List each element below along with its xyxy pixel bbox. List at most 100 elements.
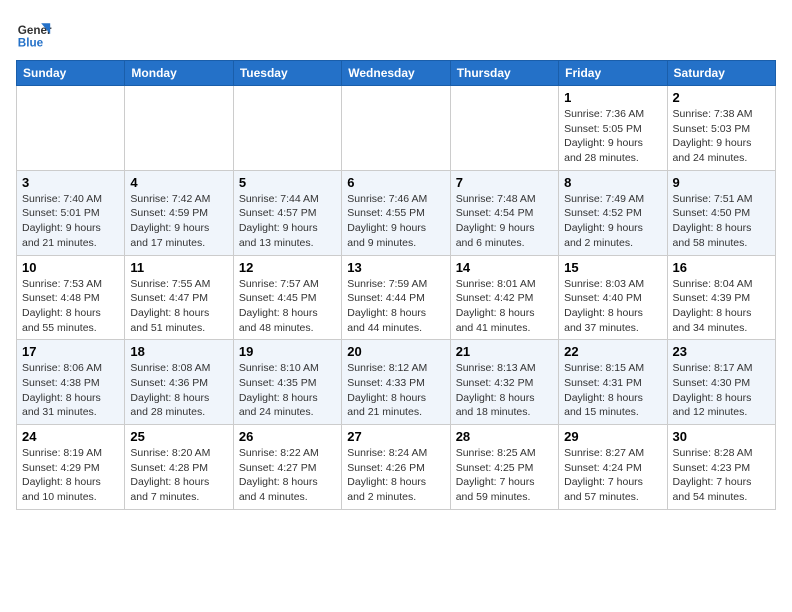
day-number: 27 bbox=[347, 429, 444, 444]
calendar-cell bbox=[17, 86, 125, 171]
day-number: 30 bbox=[673, 429, 770, 444]
day-info: Sunrise: 8:20 AM Sunset: 4:28 PM Dayligh… bbox=[130, 446, 227, 505]
calendar-week-row: 17 Sunrise: 8:06 AM Sunset: 4:38 PM Dayli… bbox=[17, 340, 776, 425]
day-info: Sunrise: 8:01 AM Sunset: 4:42 PM Dayligh… bbox=[456, 277, 553, 336]
day-info: Sunrise: 7:38 AM Sunset: 5:03 PM Dayligh… bbox=[673, 107, 770, 166]
calendar-table: SundayMondayTuesdayWednesdayThursdayFrid… bbox=[16, 60, 776, 510]
calendar-cell: 18Sunrise: 8:08 AM Sunset: 4:36 PM Dayli… bbox=[125, 340, 233, 425]
calendar-week-row: 1 Sunrise: 7:36 AM Sunset: 5:05 PM Daylig… bbox=[17, 86, 776, 171]
day-info: Sunrise: 7:46 AM Sunset: 4:55 PM Dayligh… bbox=[347, 192, 444, 251]
calendar-cell: 17 Sunrise: 8:06 AM Sunset: 4:38 PM Dayli… bbox=[17, 340, 125, 425]
day-info: Sunrise: 7:51 AM Sunset: 4:50 PM Dayligh… bbox=[673, 192, 770, 251]
calendar-cell: 27 Sunrise: 8:24 AM Sunset: 4:26 PM Dayli… bbox=[342, 425, 450, 510]
calendar-cell: 13 Sunrise: 7:59 AM Sunset: 4:44 PM Dayli… bbox=[342, 255, 450, 340]
day-info: Sunrise: 7:59 AM Sunset: 4:44 PM Dayligh… bbox=[347, 277, 444, 336]
day-info: Sunrise: 8:10 AM Sunset: 4:35 PM Dayligh… bbox=[239, 361, 336, 420]
calendar-cell: 29 Sunrise: 8:27 AM Sunset: 4:24 PM Dayli… bbox=[559, 425, 667, 510]
day-number: 19 bbox=[239, 344, 336, 359]
day-info: Sunrise: 7:53 AM Sunset: 4:48 PM Dayligh… bbox=[22, 277, 119, 336]
day-info: Sunrise: 7:48 AM Sunset: 4:54 PM Dayligh… bbox=[456, 192, 553, 251]
calendar-cell bbox=[233, 86, 341, 171]
day-info: Sunrise: 7:57 AM Sunset: 4:45 PM Dayligh… bbox=[239, 277, 336, 336]
day-number: 20 bbox=[347, 344, 444, 359]
calendar-cell: 26Sunrise: 8:22 AM Sunset: 4:27 PM Dayli… bbox=[233, 425, 341, 510]
day-info: Sunrise: 7:36 AM Sunset: 5:05 PM Dayligh… bbox=[564, 107, 661, 166]
calendar-cell: 20 Sunrise: 8:12 AM Sunset: 4:33 PM Dayli… bbox=[342, 340, 450, 425]
calendar-cell: 16 Sunrise: 8:04 AM Sunset: 4:39 PM Dayli… bbox=[667, 255, 775, 340]
day-number: 29 bbox=[564, 429, 661, 444]
day-number: 15 bbox=[564, 260, 661, 275]
calendar-cell: 30 Sunrise: 8:28 AM Sunset: 4:23 PM Dayli… bbox=[667, 425, 775, 510]
day-number: 23 bbox=[673, 344, 770, 359]
day-info: Sunrise: 8:12 AM Sunset: 4:33 PM Dayligh… bbox=[347, 361, 444, 420]
day-number: 9 bbox=[673, 175, 770, 190]
day-info: Sunrise: 7:42 AM Sunset: 4:59 PM Dayligh… bbox=[130, 192, 227, 251]
day-number: 16 bbox=[673, 260, 770, 275]
day-number: 1 bbox=[564, 90, 661, 105]
calendar-cell: 12 Sunrise: 7:57 AM Sunset: 4:45 PM Dayli… bbox=[233, 255, 341, 340]
day-number: 11 bbox=[130, 260, 227, 275]
calendar-cell: 24 Sunrise: 8:19 AM Sunset: 4:29 PM Dayli… bbox=[17, 425, 125, 510]
day-number: 14 bbox=[456, 260, 553, 275]
day-info: Sunrise: 7:44 AM Sunset: 4:57 PM Dayligh… bbox=[239, 192, 336, 251]
day-info: Sunrise: 8:17 AM Sunset: 4:30 PM Dayligh… bbox=[673, 361, 770, 420]
calendar-header-row: SundayMondayTuesdayWednesdayThursdayFrid… bbox=[17, 61, 776, 86]
calendar-cell: 6 Sunrise: 7:46 AM Sunset: 4:55 PM Daylig… bbox=[342, 170, 450, 255]
calendar-cell: 5 Sunrise: 7:44 AM Sunset: 4:57 PM Daylig… bbox=[233, 170, 341, 255]
calendar-week-row: 3Sunrise: 7:40 AM Sunset: 5:01 PM Daylig… bbox=[17, 170, 776, 255]
day-number: 6 bbox=[347, 175, 444, 190]
day-info: Sunrise: 7:49 AM Sunset: 4:52 PM Dayligh… bbox=[564, 192, 661, 251]
calendar-cell: 28 Sunrise: 8:25 AM Sunset: 4:25 PM Dayli… bbox=[450, 425, 558, 510]
calendar-week-row: 24 Sunrise: 8:19 AM Sunset: 4:29 PM Dayli… bbox=[17, 425, 776, 510]
day-info: Sunrise: 8:27 AM Sunset: 4:24 PM Dayligh… bbox=[564, 446, 661, 505]
day-number: 3 bbox=[22, 175, 119, 190]
calendar-cell: 4 Sunrise: 7:42 AM Sunset: 4:59 PM Daylig… bbox=[125, 170, 233, 255]
day-info: Sunrise: 8:03 AM Sunset: 4:40 PM Dayligh… bbox=[564, 277, 661, 336]
day-number: 2 bbox=[673, 90, 770, 105]
svg-text:Blue: Blue bbox=[18, 37, 44, 50]
calendar-cell: 19 Sunrise: 8:10 AM Sunset: 4:35 PM Dayli… bbox=[233, 340, 341, 425]
day-info: Sunrise: 8:24 AM Sunset: 4:26 PM Dayligh… bbox=[347, 446, 444, 505]
logo: General Blue bbox=[16, 16, 52, 52]
calendar-cell: 9 Sunrise: 7:51 AM Sunset: 4:50 PM Daylig… bbox=[667, 170, 775, 255]
day-number: 24 bbox=[22, 429, 119, 444]
day-info: Sunrise: 8:08 AM Sunset: 4:36 PM Dayligh… bbox=[130, 361, 227, 420]
calendar-cell: 15 Sunrise: 8:03 AM Sunset: 4:40 PM Dayli… bbox=[559, 255, 667, 340]
day-info: Sunrise: 8:25 AM Sunset: 4:25 PM Dayligh… bbox=[456, 446, 553, 505]
weekday-header-wednesday: Wednesday bbox=[342, 61, 450, 86]
day-info: Sunrise: 8:19 AM Sunset: 4:29 PM Dayligh… bbox=[22, 446, 119, 505]
calendar-cell: 8 Sunrise: 7:49 AM Sunset: 4:52 PM Daylig… bbox=[559, 170, 667, 255]
weekday-header-thursday: Thursday bbox=[450, 61, 558, 86]
calendar-cell: 10 Sunrise: 7:53 AM Sunset: 4:48 PM Dayli… bbox=[17, 255, 125, 340]
header: General Blue bbox=[16, 16, 776, 52]
calendar-cell: 2 Sunrise: 7:38 AM Sunset: 5:03 PM Daylig… bbox=[667, 86, 775, 171]
day-number: 12 bbox=[239, 260, 336, 275]
calendar-cell: 22Sunrise: 8:15 AM Sunset: 4:31 PM Dayli… bbox=[559, 340, 667, 425]
day-number: 21 bbox=[456, 344, 553, 359]
day-number: 26 bbox=[239, 429, 336, 444]
weekday-header-monday: Monday bbox=[125, 61, 233, 86]
day-number: 8 bbox=[564, 175, 661, 190]
weekday-header-friday: Friday bbox=[559, 61, 667, 86]
day-number: 28 bbox=[456, 429, 553, 444]
day-info: Sunrise: 8:28 AM Sunset: 4:23 PM Dayligh… bbox=[673, 446, 770, 505]
day-number: 4 bbox=[130, 175, 227, 190]
calendar-cell: 1 Sunrise: 7:36 AM Sunset: 5:05 PM Daylig… bbox=[559, 86, 667, 171]
day-info: Sunrise: 8:04 AM Sunset: 4:39 PM Dayligh… bbox=[673, 277, 770, 336]
day-info: Sunrise: 7:55 AM Sunset: 4:47 PM Dayligh… bbox=[130, 277, 227, 336]
calendar-cell bbox=[450, 86, 558, 171]
day-number: 7 bbox=[456, 175, 553, 190]
day-info: Sunrise: 8:15 AM Sunset: 4:31 PM Dayligh… bbox=[564, 361, 661, 420]
day-info: Sunrise: 8:06 AM Sunset: 4:38 PM Dayligh… bbox=[22, 361, 119, 420]
weekday-header-saturday: Saturday bbox=[667, 61, 775, 86]
calendar-cell: 25 Sunrise: 8:20 AM Sunset: 4:28 PM Dayli… bbox=[125, 425, 233, 510]
weekday-header-tuesday: Tuesday bbox=[233, 61, 341, 86]
day-number: 25 bbox=[130, 429, 227, 444]
calendar-cell: 7 Sunrise: 7:48 AM Sunset: 4:54 PM Daylig… bbox=[450, 170, 558, 255]
day-number: 5 bbox=[239, 175, 336, 190]
day-info: Sunrise: 8:13 AM Sunset: 4:32 PM Dayligh… bbox=[456, 361, 553, 420]
day-number: 10 bbox=[22, 260, 119, 275]
day-number: 17 bbox=[22, 344, 119, 359]
day-number: 13 bbox=[347, 260, 444, 275]
calendar-cell: 21 Sunrise: 8:13 AM Sunset: 4:32 PM Dayli… bbox=[450, 340, 558, 425]
